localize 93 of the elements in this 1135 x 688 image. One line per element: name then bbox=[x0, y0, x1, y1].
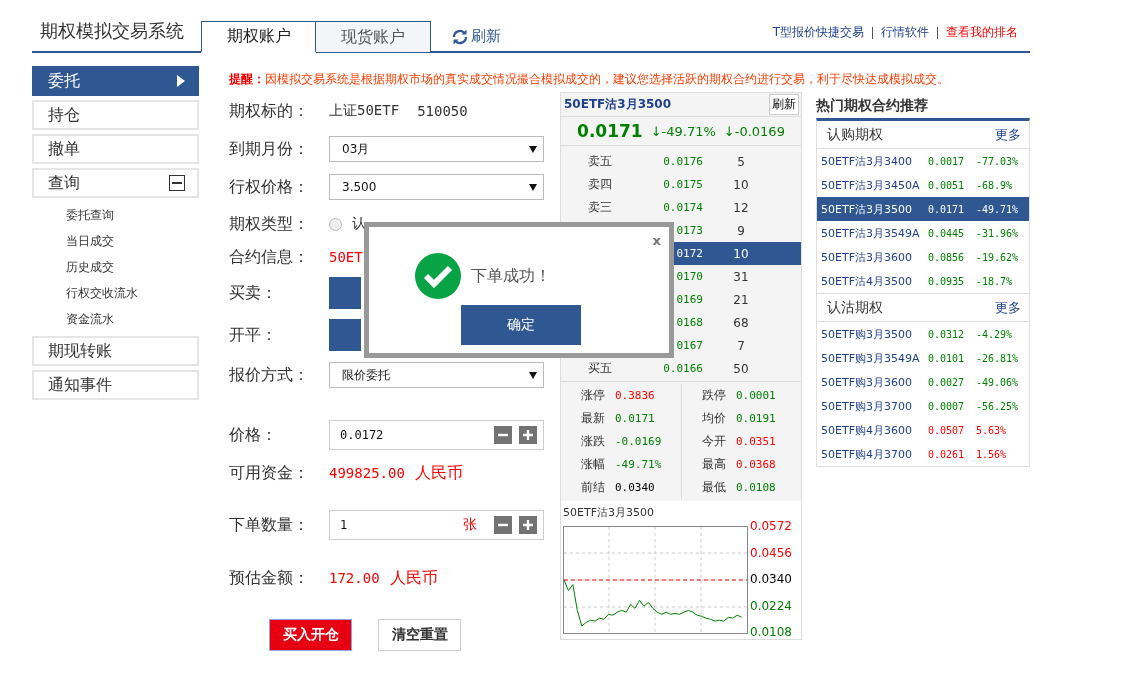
contract-name: 50ETF购3月3700 bbox=[821, 398, 913, 414]
change-value: -56.25% bbox=[976, 400, 1019, 412]
radio-label: 认 bbox=[352, 215, 366, 233]
stat-value: 0.3836 bbox=[615, 389, 655, 402]
dialog-message: 下单成功！ bbox=[471, 265, 551, 287]
stat-value: 0.0351 bbox=[736, 435, 776, 448]
stat-label: 涨跌 bbox=[581, 433, 605, 450]
change-value: -19.62% bbox=[976, 251, 1019, 263]
field-label: 到期月份： bbox=[229, 138, 310, 160]
chart-title: 50ETF沽3月3500 bbox=[563, 505, 655, 520]
contract-name: 50ETF沽3月3549A bbox=[821, 225, 921, 241]
axis-label: 0.0224 bbox=[750, 598, 792, 613]
stat-label: 涨停 bbox=[581, 387, 605, 404]
stat-value: -0.0169 bbox=[615, 435, 662, 448]
change-value: -31.96% bbox=[976, 227, 1019, 239]
stat-value: 0.0108 bbox=[736, 481, 776, 494]
price-value: 0.0027 bbox=[928, 376, 966, 388]
change-value: -4.29% bbox=[976, 328, 1013, 340]
contract-name: 50ETF沽4月3500 bbox=[821, 273, 913, 289]
contract-name: 50ETF沽3月3500 bbox=[821, 201, 913, 217]
price-value: 0.0017 bbox=[928, 155, 966, 167]
price-value: 0.0445 bbox=[928, 227, 966, 239]
contract-name: 50ETF购4月3600 bbox=[821, 422, 913, 438]
change-value: -49.06% bbox=[976, 376, 1019, 388]
change-value: -68.9% bbox=[976, 179, 1013, 191]
field-label: 可用资金： bbox=[229, 462, 310, 484]
price-value: 0.0856 bbox=[928, 251, 966, 263]
field-label: 买卖： bbox=[229, 282, 278, 304]
contract-name: 50ETF沽3月3400 bbox=[821, 153, 913, 169]
change-value: 1.56% bbox=[976, 448, 1007, 460]
axis-label: 0.0572 bbox=[750, 519, 792, 533]
change-value: 5.63% bbox=[976, 424, 1007, 436]
last-price: 0.0171 bbox=[577, 121, 643, 142]
field-value: 上证50ETF bbox=[329, 102, 400, 120]
section-title: 认沽期权 bbox=[827, 298, 883, 317]
stat-value: 0.0368 bbox=[736, 458, 776, 471]
stat-label: 均价 bbox=[702, 410, 726, 427]
price-value: 0.0171 bbox=[928, 203, 966, 215]
field-label: 价格： bbox=[229, 424, 278, 446]
field-label: 期权类型： bbox=[229, 213, 310, 235]
stat-value: 0.0001 bbox=[736, 389, 776, 402]
field-label: 报价方式： bbox=[229, 364, 310, 386]
app-title: 期权模拟交易系统 bbox=[39, 19, 185, 43]
price-value: 0.0312 bbox=[928, 328, 966, 340]
stat-label: 跌停 bbox=[702, 387, 726, 404]
contract-name: 50ETF沽3月3600 bbox=[821, 249, 913, 265]
axis-label: 0.0108 bbox=[750, 625, 792, 639]
contract-name: 50ETF购4月3700 bbox=[821, 446, 913, 462]
field-label: 行权价格： bbox=[229, 176, 310, 198]
change-value: -18.7% bbox=[976, 275, 1013, 287]
change-value: -77.03% bbox=[976, 155, 1019, 167]
stat-label: 最高 bbox=[702, 456, 726, 473]
field-value: 50ET bbox=[329, 249, 363, 265]
price-value: 0.0261 bbox=[928, 448, 966, 460]
price-value: 0.0007 bbox=[928, 400, 966, 412]
change-percent: ↓-49.71% bbox=[650, 123, 716, 139]
stat-value: 0.0171 bbox=[615, 412, 655, 425]
field-label: 合约信息： bbox=[229, 246, 310, 268]
contract-name: 50ETF购3月3549A bbox=[821, 350, 921, 366]
stat-value: 0.0191 bbox=[736, 412, 776, 425]
panel-title: 热门期权合约推荐 bbox=[816, 96, 929, 115]
price-value: 0.0935 bbox=[928, 275, 966, 287]
field-label: 下单数量： bbox=[229, 514, 310, 536]
field-value: 510050 bbox=[417, 103, 468, 119]
field-label: 期权标的： bbox=[229, 100, 310, 122]
contract-name: 50ETF沽3月3450A bbox=[821, 177, 921, 193]
stat-label: 今开 bbox=[702, 433, 726, 450]
axis-label: 0.0340 bbox=[750, 572, 792, 586]
contract-name: 50ETF购3月3500 bbox=[821, 326, 913, 342]
field-label: 开平： bbox=[229, 324, 278, 346]
stat-label: 最低 bbox=[702, 479, 726, 496]
change-value: -26.81% bbox=[976, 352, 1019, 364]
unit-label: 张 bbox=[463, 516, 477, 534]
notice-text: 提醒：因模拟交易系统是根据期权市场的真实成交情况撮合模拟成交的，建议您选择活跃的期权合约进行交易，利于尽快达成模拟成交。 bbox=[229, 71, 950, 88]
change-value: -49.71% bbox=[976, 203, 1019, 215]
stat-label: 涨幅 bbox=[581, 456, 605, 473]
contract-title: 50ETF沽3月3500 bbox=[564, 96, 672, 114]
amount-value: 172.00 bbox=[329, 570, 380, 586]
stat-value: -49.71% bbox=[615, 458, 662, 471]
price-value: 0.0051 bbox=[928, 179, 966, 191]
price-value: 0.0507 bbox=[928, 424, 966, 436]
stat-value: 0.0340 bbox=[615, 481, 655, 494]
change-value: ↓-0.0169 bbox=[723, 123, 785, 139]
currency-label: 人民币 bbox=[414, 462, 463, 484]
stat-label: 最新 bbox=[581, 410, 605, 427]
price-value: 0.0101 bbox=[928, 352, 966, 364]
axis-label: 0.0456 bbox=[750, 545, 792, 560]
section-title: 认购期权 bbox=[827, 125, 883, 144]
contract-name: 50ETF购3月3600 bbox=[821, 374, 913, 390]
amount-value: 499825.00 bbox=[329, 465, 405, 481]
stat-label: 前结 bbox=[581, 479, 605, 496]
currency-label: 人民币 bbox=[389, 567, 438, 589]
field-label: 预估金额： bbox=[229, 567, 310, 589]
